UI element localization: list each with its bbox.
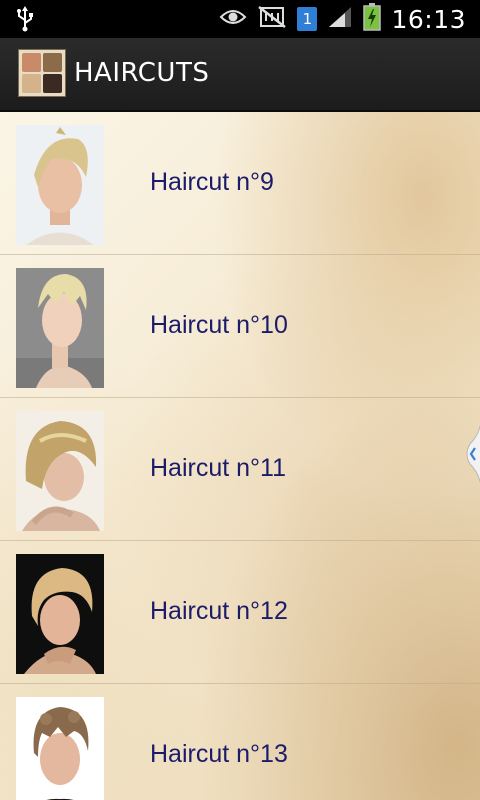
usb-icon <box>14 6 36 36</box>
list-item-label: Haircut n°13 <box>150 740 288 768</box>
clock: 16:13 <box>391 4 466 34</box>
list-item-label: Haircut n°11 <box>150 454 286 482</box>
haircut-thumbnail <box>16 268 104 388</box>
drawer-handle[interactable] <box>464 412 480 496</box>
list-item[interactable]: Haircut n°13 <box>0 684 480 800</box>
status-bar: 1 16:13 <box>0 0 480 38</box>
list-item[interactable]: Haircut n°9 <box>0 112 480 255</box>
list-item-label: Haircut n°10 <box>150 311 288 339</box>
haircut-thumbnail <box>16 125 104 245</box>
haircut-thumbnail <box>16 697 104 800</box>
eye-icon <box>219 7 247 31</box>
battery-charging-icon <box>363 3 382 35</box>
no-sim-icon <box>257 5 287 33</box>
sim-icon: 1 <box>297 7 318 31</box>
action-bar: HAIRCUTS <box>0 38 480 112</box>
haircut-thumbnail <box>16 554 104 674</box>
list-item-label: Haircut n°12 <box>150 597 288 625</box>
list-item[interactable]: Haircut n°12 <box>0 541 480 684</box>
list-item[interactable]: Haircut n°10 <box>0 255 480 398</box>
page-title: HAIRCUTS <box>74 58 210 88</box>
signal-icon <box>327 5 353 33</box>
list-item-label: Haircut n°9 <box>150 168 274 196</box>
haircut-thumbnail <box>16 411 104 531</box>
app-collage-icon[interactable] <box>18 49 66 97</box>
list-item[interactable]: Haircut n°11 <box>0 398 480 541</box>
haircut-list: Haircut n°9 Haircut n°10 Haircut n°11 Ha… <box>0 112 480 800</box>
